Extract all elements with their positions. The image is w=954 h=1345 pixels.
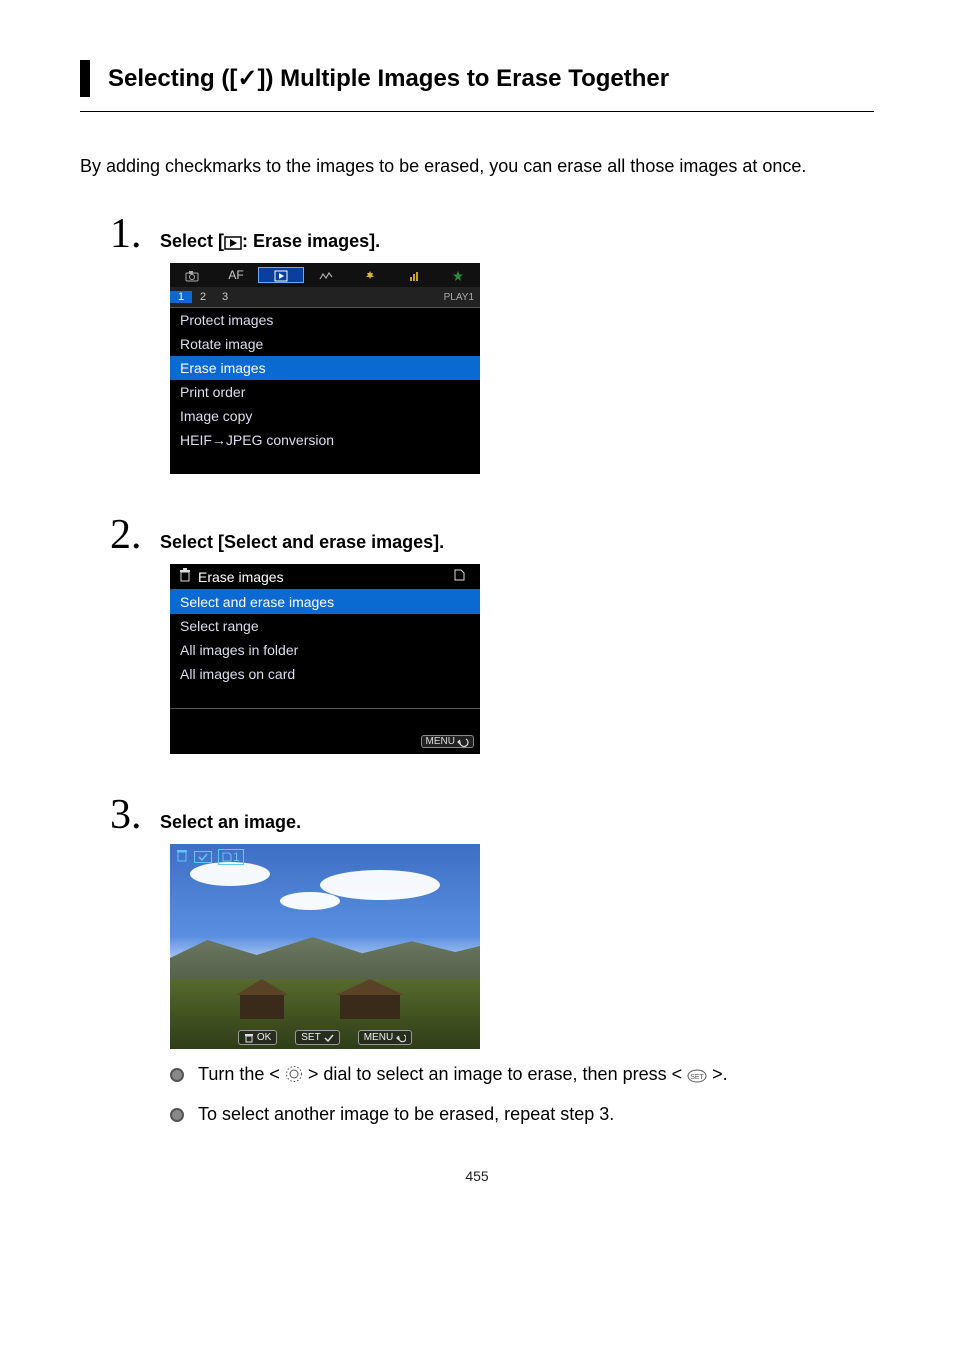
subtab-1: 1 <box>170 291 192 303</box>
menu-item-protect: Protect images <box>170 308 480 332</box>
return-icon <box>457 737 469 747</box>
step-1-number: 1. <box>110 213 160 255</box>
menu-item-folder: All images in folder <box>170 638 480 662</box>
overlay-menu-button: MENU <box>358 1030 412 1045</box>
card-icon <box>452 568 472 585</box>
tab-custom <box>392 268 436 282</box>
page-tag: PLAY1 <box>444 292 480 303</box>
step-3-number: 3. <box>110 794 160 836</box>
trash-icon <box>178 568 198 585</box>
step-2: 2. Select [Select and erase images]. Era… <box>170 514 874 754</box>
playback-icon <box>224 234 242 255</box>
erase-header: Erase images <box>198 569 452 585</box>
menu-screenshot-1: AF 1 2 3 PLAY1 Protect images Rotate ima… <box>170 263 480 474</box>
step-1: 1. Select [: Erase images]. AF 1 2 <box>170 213 874 474</box>
menu-screenshot-2: Erase images Select and erase images Sel… <box>170 564 480 754</box>
set-icon: SET <box>687 1064 707 1091</box>
overlay-ok-button: OK <box>238 1030 277 1045</box>
menu-back: MENU <box>421 735 474 748</box>
step-2-title: Select [Select and erase images]. <box>160 532 444 553</box>
intro-text: By adding checkmarks to the images to be… <box>80 156 874 177</box>
tab-shoot <box>170 268 214 282</box>
overlay-set-button: SET <box>295 1030 339 1045</box>
menu-item-range: Select range <box>170 614 480 638</box>
tab-af: AF <box>214 268 258 282</box>
page-title: Selecting ([✓]) Multiple Images to Erase… <box>108 60 669 97</box>
menu-item-erase: Erase images <box>170 356 480 380</box>
bullet-2: To select another image to be erased, re… <box>170 1101 874 1128</box>
overlay-card-icon: 1 <box>218 849 244 865</box>
step-1-title: Select [: Erase images]. <box>160 231 380 255</box>
check-small-icon <box>324 1033 334 1043</box>
step-3-title: Select an image. <box>160 812 301 833</box>
step-2-number: 2. <box>110 514 160 556</box>
bullet-1: Turn the < > dial to select an image to … <box>170 1061 874 1091</box>
svg-text:SET: SET <box>690 1074 704 1081</box>
menu-item-select-erase: Select and erase images <box>170 590 480 614</box>
overlay-check-icon <box>194 851 212 863</box>
image-preview: 1 OK SET MENU <box>170 844 480 1049</box>
subtab-2: 2 <box>192 291 214 303</box>
menu-item-rotate: Rotate image <box>170 332 480 356</box>
tab-network <box>304 268 348 282</box>
trash-small-icon <box>244 1033 254 1043</box>
tab-mymenu <box>436 268 480 282</box>
menu-item-copy: Image copy <box>170 404 480 428</box>
tab-setup <box>348 268 392 282</box>
dial-icon <box>285 1064 303 1091</box>
menu-item-heif: HEIF→JPEG conversion <box>170 428 480 452</box>
bullet-icon <box>170 1108 184 1122</box>
tab-playback <box>258 267 304 283</box>
menu-item-print: Print order <box>170 380 480 404</box>
return-small-icon <box>396 1033 406 1043</box>
menu-item-card: All images on card <box>170 662 480 686</box>
page-number: 455 <box>80 1168 874 1184</box>
bullet-icon <box>170 1068 184 1082</box>
subtab-3: 3 <box>214 291 236 303</box>
overlay-trash-icon <box>176 848 188 865</box>
step-3: 3. Select an image. 1 OK <box>170 794 874 1128</box>
